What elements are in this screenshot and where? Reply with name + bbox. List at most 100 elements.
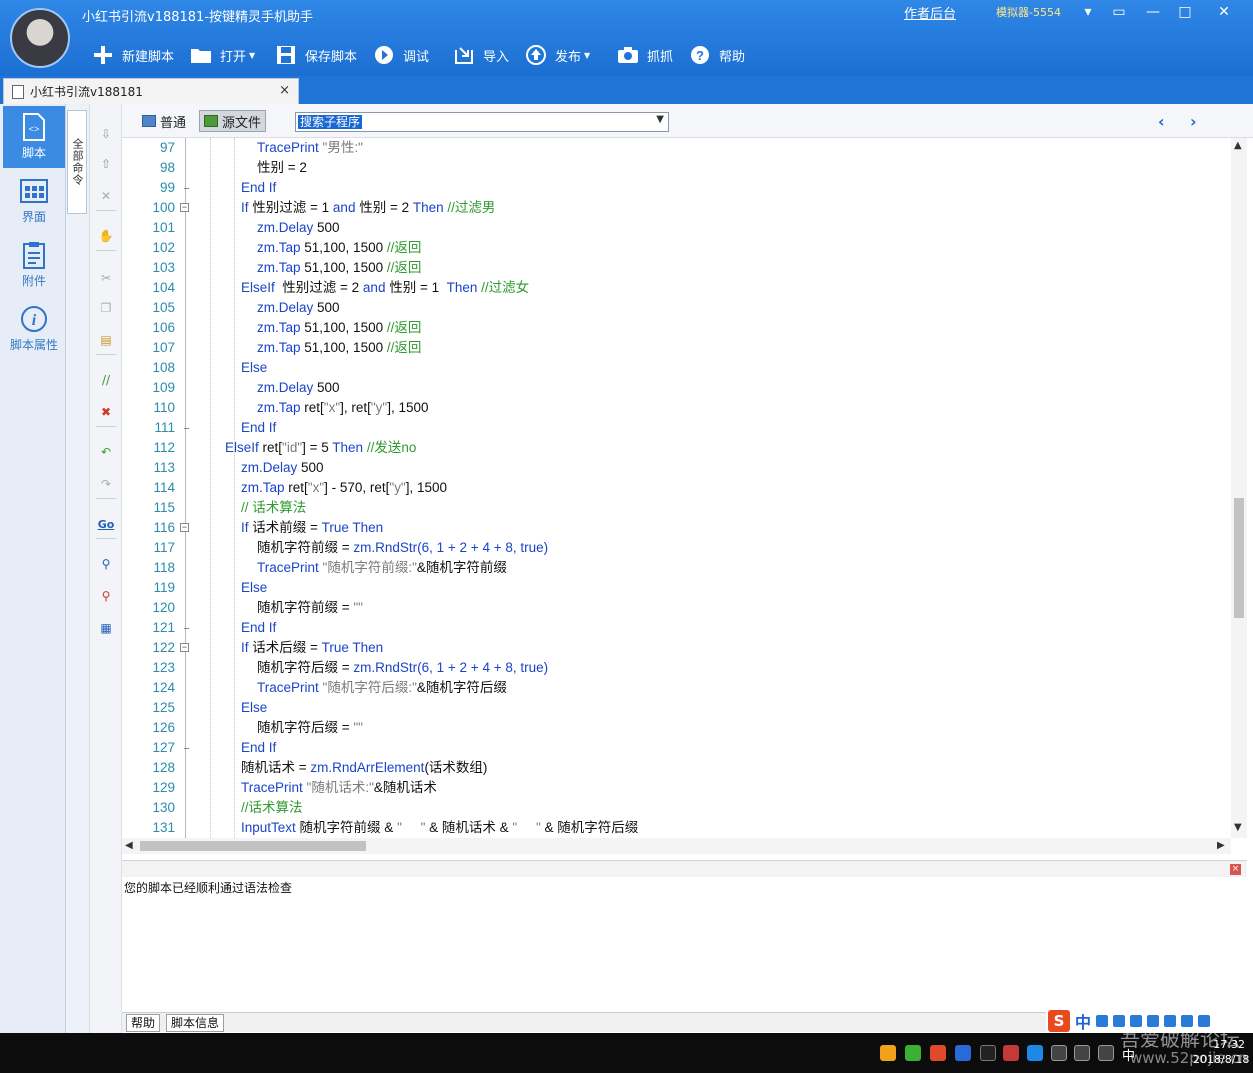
close-output-icon[interactable]: ×: [1230, 864, 1241, 875]
code-line[interactable]: 117 随机字符前缀 = zm.RndStr(6, 1 + 2 + 4 + 8, …: [122, 538, 1231, 558]
skin-icon[interactable]: ▭: [1106, 2, 1132, 22]
fold-toggle-icon[interactable]: −: [180, 643, 189, 652]
close-button[interactable]: ✕: [1211, 2, 1237, 22]
horizontal-scroll-thumb[interactable]: [140, 841, 366, 851]
subroutine-search-select[interactable]: 搜索子程序 ▼: [295, 112, 669, 132]
code-line[interactable]: 129 TracePrint "随机话术:"&随机话术: [122, 778, 1231, 798]
code-line[interactable]: 104 ElseIf 性别过滤 = 2 and 性别 = 1 Then //过滤女: [122, 278, 1231, 298]
comment-icon[interactable]: //: [96, 370, 116, 390]
scroll-left-icon[interactable]: ◀: [125, 840, 133, 851]
code-line[interactable]: 121 End If: [122, 618, 1231, 638]
bluetooth-icon[interactable]: [955, 1045, 971, 1061]
move-down-icon[interactable]: ⇩: [96, 124, 116, 144]
replace-icon[interactable]: ⚲: [96, 586, 116, 606]
code-line[interactable]: 102 zm.Tap 51,100, 1500 //返回: [122, 238, 1231, 258]
code-line[interactable]: 125 Else: [122, 698, 1231, 718]
scroll-up-icon[interactable]: ▲: [1234, 140, 1242, 151]
author-backend-link[interactable]: 作者后台: [904, 3, 956, 22]
code-line[interactable]: 128 随机话术 = zm.RndArrElement(话术数组): [122, 758, 1231, 778]
toolbar-help-button[interactable]: ? 帮助: [689, 40, 745, 70]
nav-prev-icon[interactable]: ‹: [1158, 112, 1165, 131]
toolbar-publish-button[interactable]: 发布 ▼: [525, 40, 590, 70]
code-editor[interactable]: 97 TracePrint "男性:" 98 性别 = 2 99 End If 100− If…: [122, 138, 1231, 838]
network-icon[interactable]: [1074, 1045, 1090, 1061]
move-up-icon[interactable]: ⇧: [96, 154, 116, 174]
dropdown-caret-icon[interactable]: ▼: [584, 51, 590, 60]
code-line[interactable]: 111 End If: [122, 418, 1231, 438]
scroll-right-icon[interactable]: ▶: [1217, 840, 1225, 851]
code-line[interactable]: 130 //话术算法: [122, 798, 1231, 818]
toolbar-camera-button[interactable]: 抓抓: [617, 40, 673, 70]
code-line[interactable]: 101 zm.Delay 500: [122, 218, 1231, 238]
nav-next-icon[interactable]: ›: [1190, 112, 1197, 131]
scroll-down-icon[interactable]: ▼: [1234, 822, 1242, 833]
code-line[interactable]: 131 InputText 随机字符前缀 & " " & 随机话术 & " " &…: [122, 818, 1231, 838]
code-line[interactable]: 118 TracePrint "随机字符前缀:"&随机字符前缀: [122, 558, 1231, 578]
find-icon[interactable]: ⚲: [96, 554, 116, 574]
goto-icon[interactable]: Go: [96, 514, 116, 534]
undo-icon[interactable]: ↶: [96, 442, 116, 462]
toolbar-plus-button[interactable]: 新建脚本: [92, 40, 174, 70]
code-line[interactable]: 97 TracePrint "男性:": [122, 138, 1231, 158]
vertical-scroll-thumb[interactable]: [1234, 498, 1244, 618]
mode-normal-button[interactable]: 普通: [138, 110, 190, 132]
hand-icon[interactable]: ✋: [96, 226, 116, 246]
horizontal-scrollbar[interactable]: ◀ ▶: [122, 838, 1231, 854]
code-line[interactable]: 122− If 话术后缀 = True Then: [122, 638, 1231, 658]
document-tab[interactable]: 小红书引流v188181 ×: [3, 78, 299, 104]
nav-item-ui-grid[interactable]: 界面: [3, 170, 65, 232]
uncomment-icon[interactable]: ✖: [96, 402, 116, 422]
emulator-dropdown-icon[interactable]: ▾: [1075, 2, 1101, 22]
usb-icon[interactable]: [1051, 1045, 1067, 1061]
code-line[interactable]: 114 zm.Tap ret["x"] - 570, ret["y"], 1500: [122, 478, 1231, 498]
ime-moon-icon[interactable]: [1096, 1015, 1109, 1027]
vertical-scrollbar[interactable]: ▲ ▼: [1231, 138, 1247, 838]
paste-icon[interactable]: ▤: [96, 330, 116, 350]
clock[interactable]: 17:32 2018/8/18: [1193, 1037, 1249, 1067]
avatar[interactable]: [10, 8, 70, 68]
maximize-button[interactable]: □: [1172, 2, 1198, 22]
code-line[interactable]: 110 zm.Tap ret["x"], ret["y"], 1500: [122, 398, 1231, 418]
volume-icon[interactable]: [1098, 1045, 1114, 1061]
qq-icon[interactable]: [980, 1045, 996, 1061]
all-commands-tab[interactable]: 全部命令: [67, 110, 87, 214]
copy-icon[interactable]: ❐: [96, 298, 116, 318]
mode-source-button[interactable]: 源文件: [199, 110, 267, 132]
qq-alt-icon[interactable]: [1003, 1045, 1019, 1061]
toolbar-import-button[interactable]: 导入: [453, 40, 509, 70]
code-line[interactable]: 108 Else: [122, 358, 1231, 378]
code-line[interactable]: 115 // 话术算法: [122, 498, 1231, 518]
emulator-label[interactable]: 模拟器-5554: [996, 4, 1061, 20]
ime-mode-label[interactable]: 中: [1075, 1009, 1091, 1033]
code-line[interactable]: 124 TracePrint "随机字符后缀:"&随机字符后缀: [122, 678, 1231, 698]
tray-app-icon[interactable]: [880, 1045, 896, 1061]
list-icon[interactable]: ▦: [96, 618, 116, 638]
code-line[interactable]: 126 随机字符后缀 = "": [122, 718, 1231, 738]
code-line[interactable]: 98 性别 = 2: [122, 158, 1231, 178]
code-line[interactable]: 113 zm.Delay 500: [122, 458, 1231, 478]
code-line[interactable]: 106 zm.Tap 51,100, 1500 //返回: [122, 318, 1231, 338]
code-line[interactable]: 127 End If: [122, 738, 1231, 758]
wechat-icon[interactable]: [905, 1045, 921, 1061]
nav-item-attachment[interactable]: 附件: [3, 234, 65, 296]
dropdown-caret-icon[interactable]: ▼: [249, 51, 255, 60]
code-line[interactable]: 99 End If: [122, 178, 1231, 198]
shield-icon[interactable]: [1027, 1045, 1043, 1061]
delete-icon[interactable]: ✕: [96, 186, 116, 206]
code-line[interactable]: 119 Else: [122, 578, 1231, 598]
fold-toggle-icon[interactable]: −: [180, 523, 189, 532]
code-line[interactable]: 109 zm.Delay 500: [122, 378, 1231, 398]
minimize-button[interactable]: —: [1140, 2, 1166, 22]
code-line[interactable]: 116− If 话术前缀 = True Then: [122, 518, 1231, 538]
tab-help[interactable]: 帮助: [126, 1014, 161, 1032]
toolbar-folder-button[interactable]: 打开 ▼: [190, 40, 255, 70]
code-line[interactable]: 107 zm.Tap 51,100, 1500 //返回: [122, 338, 1231, 358]
cut-icon[interactable]: ✂: [96, 268, 116, 288]
close-tab-icon[interactable]: ×: [279, 83, 290, 98]
fold-toggle-icon[interactable]: −: [180, 203, 189, 212]
tab-script-info[interactable]: 脚本信息: [166, 1014, 225, 1032]
nav-item-script[interactable]: <> 脚本: [3, 106, 65, 168]
code-line[interactable]: 120 随机字符前缀 = "": [122, 598, 1231, 618]
nav-item-info[interactable]: i 脚本属性: [3, 298, 65, 360]
code-line[interactable]: 112 ElseIf ret["id"] = 5 Then //发送no: [122, 438, 1231, 458]
